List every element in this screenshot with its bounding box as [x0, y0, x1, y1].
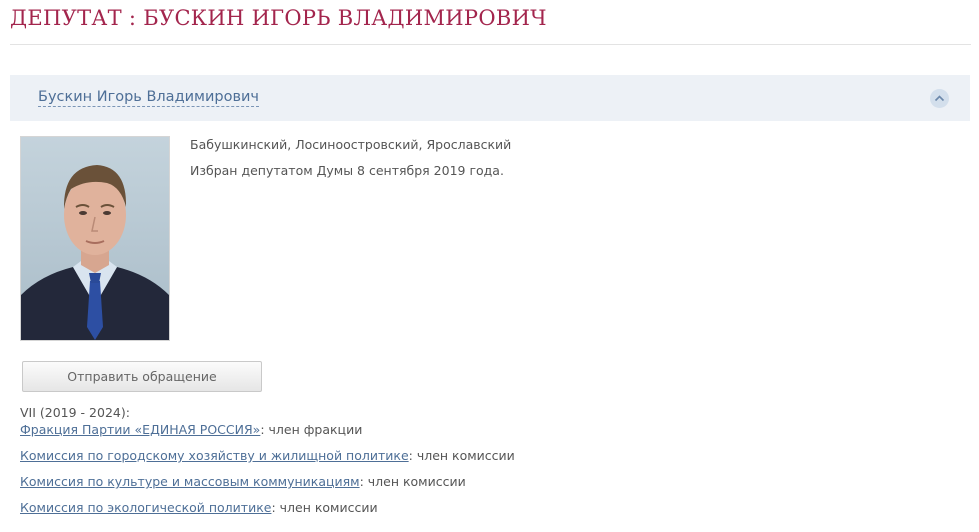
chevron-up-icon — [934, 95, 945, 102]
membership-item: Комиссия по экологической политике: член… — [20, 500, 378, 515]
collapse-button[interactable] — [930, 89, 949, 108]
membership-role: : член комиссии — [271, 500, 378, 515]
commission-culture-link[interactable]: Комиссия по культуре и массовым коммуник… — [20, 474, 360, 489]
convocation-label: VII (2019 - 2024): — [20, 405, 130, 420]
elected-text: Избран депутатом Думы 8 сентября 2019 го… — [190, 163, 504, 178]
page-title: ДЕПУТАТ : БУСКИН ИГОРЬ ВЛАДИМИРОВИЧ — [10, 6, 547, 30]
membership-role: : член комиссии — [408, 448, 515, 463]
membership-item: Фракция Партии «ЕДИНАЯ РОССИЯ»: член фра… — [20, 422, 362, 437]
commission-ecology-link[interactable]: Комиссия по экологической политике — [20, 500, 271, 515]
membership-item: Комиссия по городскому хозяйству и жилищ… — [20, 448, 515, 463]
deputy-portrait — [20, 136, 170, 341]
send-appeal-button[interactable]: Отправить обращение — [22, 361, 262, 392]
faction-link[interactable]: Фракция Партии «ЕДИНАЯ РОССИЯ» — [20, 422, 260, 437]
membership-role: : член фракции — [260, 422, 363, 437]
membership-role: : член комиссии — [359, 474, 466, 489]
deputy-name-toggle[interactable]: Бускин Игорь Владимирович — [38, 89, 259, 107]
districts-text: Бабушкинский, Лосиноостровский, Ярославс… — [190, 137, 512, 152]
title-divider — [10, 44, 971, 45]
deputy-accordion-header[interactable]: Бускин Игорь Владимирович — [10, 75, 970, 121]
membership-item: Комиссия по культуре и массовым коммуник… — [20, 474, 466, 489]
commission-urban-link[interactable]: Комиссия по городскому хозяйству и жилищ… — [20, 448, 409, 463]
